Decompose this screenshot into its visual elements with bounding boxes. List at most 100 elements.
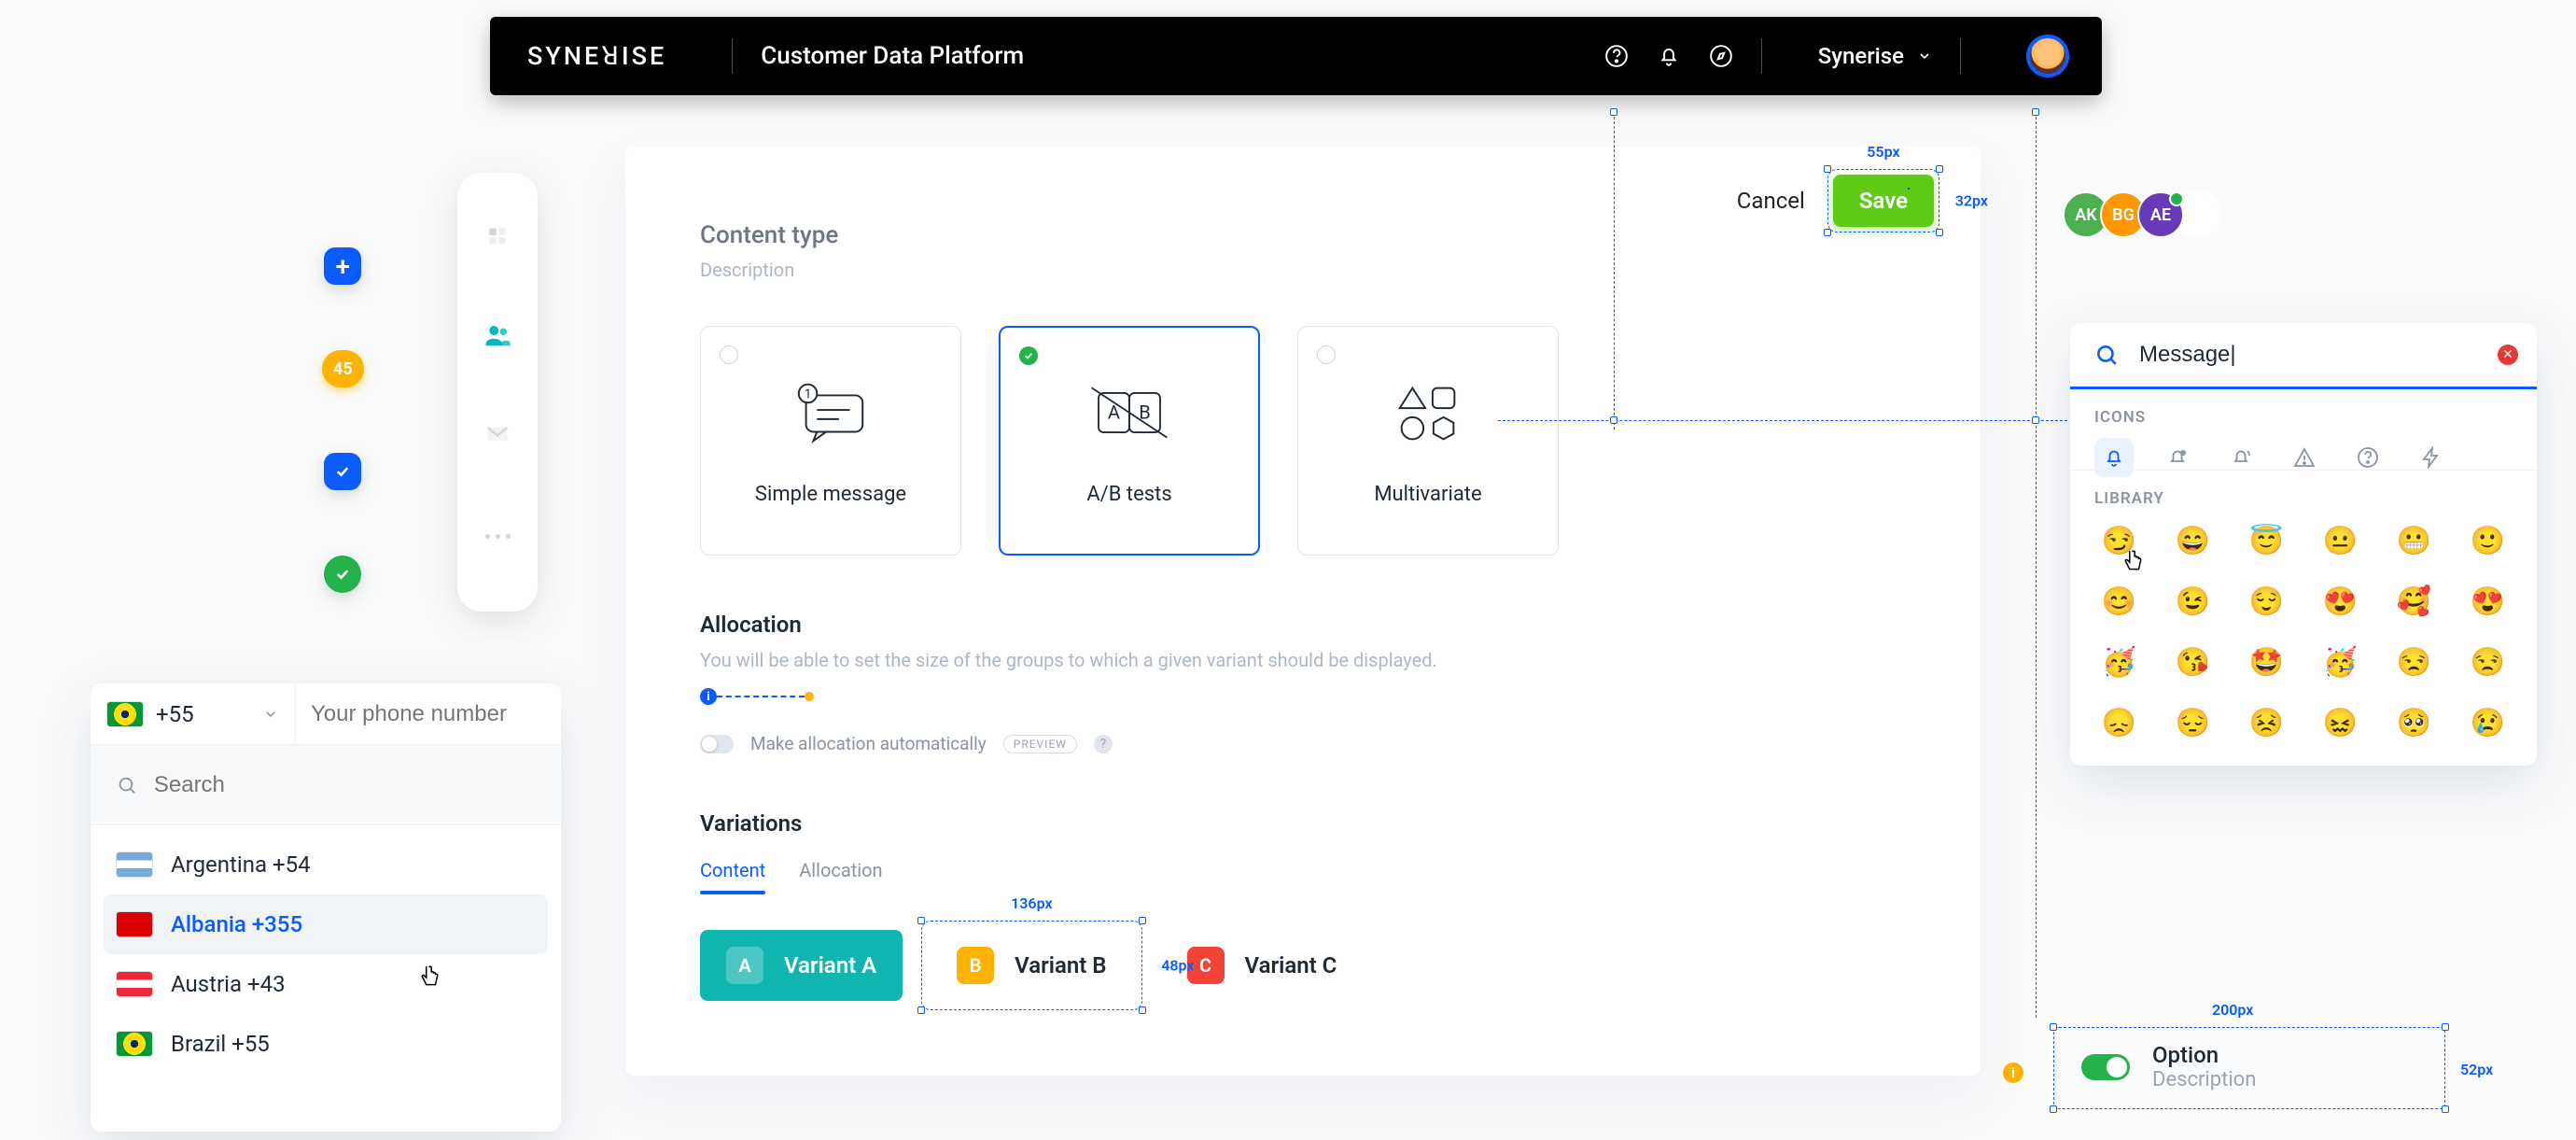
emoji[interactable]: 😘: [2168, 646, 2218, 679]
count-badge: 45: [322, 350, 364, 387]
emoji[interactable]: 😄: [2168, 525, 2218, 557]
info-icon[interactable]: i: [2003, 1063, 2023, 1083]
checkbox-chip[interactable]: [324, 453, 361, 490]
people-icon[interactable]: [481, 318, 514, 352]
info-icon[interactable]: i: [700, 688, 717, 705]
emoji[interactable]: 😒: [2389, 646, 2439, 679]
allocation-desc: You will be able to set the size of the …: [700, 649, 1906, 671]
option-title: Option: [2152, 1042, 2256, 1068]
emoji[interactable]: 🤩: [2242, 646, 2291, 679]
auto-allocation-toggle[interactable]: [700, 735, 734, 753]
country-item-austria[interactable]: Austria +43: [104, 954, 548, 1014]
search-icon: [2094, 343, 2119, 367]
emoji[interactable]: 😖: [2316, 707, 2365, 739]
grid-icon[interactable]: [481, 219, 514, 253]
emoji[interactable]: 😌: [2242, 585, 2291, 618]
ab-test-icon: A B: [1088, 376, 1170, 449]
help-icon[interactable]: [2348, 438, 2387, 477]
cancel-button[interactable]: Cancel: [1737, 188, 1805, 214]
save-button[interactable]: Save 55px 32px: [1833, 175, 1934, 227]
chevron-down-icon: [263, 707, 278, 722]
icon-search-input[interactable]: [2139, 342, 2513, 368]
variant-letter: A: [726, 947, 763, 984]
section-subtitle: Description: [700, 259, 1906, 281]
help-icon[interactable]: [1604, 44, 1629, 68]
collaborator-avatar[interactable]: AE: [2137, 191, 2184, 238]
bell-icon[interactable]: [1657, 44, 1681, 68]
bell-dot-icon[interactable]: [2158, 438, 2197, 477]
toggle-label: Make allocation automatically: [750, 733, 987, 754]
emoji[interactable]: 😍: [2316, 585, 2365, 618]
emoji[interactable]: 😉: [2168, 585, 2218, 618]
emoji[interactable]: 🙂: [2463, 525, 2513, 557]
emoji[interactable]: 🥳: [2094, 646, 2144, 679]
emoji[interactable]: 🥳: [2316, 646, 2365, 679]
option-label: Simple message: [755, 483, 906, 506]
option-switch[interactable]: [2081, 1054, 2130, 1080]
warning-icon[interactable]: [2285, 438, 2324, 477]
dim-label: 136px: [1011, 894, 1052, 912]
emoji[interactable]: 😔: [2168, 707, 2218, 739]
dim-label: 55px: [1867, 143, 1899, 161]
emoji[interactable]: 😬: [2389, 525, 2439, 557]
divider: [1960, 38, 1961, 74]
emoji[interactable]: 🥰: [2389, 585, 2439, 618]
app-title: Customer Data Platform: [761, 42, 1024, 70]
emoji[interactable]: 😒: [2463, 646, 2513, 679]
flag-icon: [117, 852, 152, 877]
bell-ring-icon[interactable]: [2221, 438, 2261, 477]
flag-icon: [117, 972, 152, 996]
mail-icon[interactable]: [481, 417, 514, 451]
guide-line: [2036, 112, 2037, 1018]
variant-a[interactable]: A Variant A: [700, 930, 903, 1001]
country-item-argentina[interactable]: Argentina +54: [104, 835, 548, 894]
tab-allocation[interactable]: Allocation: [799, 859, 882, 881]
phone-picker: +55 Argentina +54 Albania +355 Austria +…: [91, 683, 561, 1132]
emoji[interactable]: 😍: [2463, 585, 2513, 618]
shapes-icon: [1387, 376, 1469, 449]
option-ab-tests[interactable]: A B A/B tests: [999, 326, 1260, 556]
emoji[interactable]: 😞: [2094, 707, 2144, 739]
add-button[interactable]: +: [324, 247, 361, 285]
flag-icon: [107, 702, 143, 726]
preview-badge: PREVIEW: [1003, 735, 1077, 753]
clear-search-button[interactable]: ✕: [2498, 345, 2518, 365]
option-simple-message[interactable]: 1 Simple message: [700, 326, 961, 556]
app-header: SYNEꓤISE Customer Data Platform Synerise: [490, 17, 2102, 95]
logo: SYNEꓤISE: [527, 41, 666, 71]
status-chips: + 45: [322, 247, 364, 593]
flag-icon: [117, 912, 152, 936]
option-label: A/B tests: [1086, 483, 1171, 506]
more-icon[interactable]: [481, 516, 514, 550]
tooltip-icon[interactable]: ?: [1094, 735, 1113, 753]
country-code-select[interactable]: +55: [91, 683, 296, 744]
guide-line: [1498, 420, 2067, 421]
phone-input[interactable]: [311, 701, 561, 727]
emoji[interactable]: 😊: [2094, 585, 2144, 618]
emoji[interactable]: 😢: [2463, 707, 2513, 739]
country-item-albania[interactable]: Albania +355: [104, 894, 548, 954]
bell-icon[interactable]: [2094, 438, 2134, 477]
emoji[interactable]: 😇: [2242, 525, 2291, 557]
emoji[interactable]: 😣: [2242, 707, 2291, 739]
country-item-brazil[interactable]: Brazil +55: [104, 1014, 548, 1074]
guide-line: [1614, 112, 1615, 429]
option-label: Multivariate: [1374, 483, 1481, 506]
emoji[interactable]: 😐: [2316, 525, 2365, 557]
svg-text:B: B: [1139, 401, 1151, 423]
chevron-down-icon: [1917, 49, 1932, 63]
divider: [732, 38, 733, 74]
country-search-input[interactable]: [154, 772, 535, 798]
compass-icon[interactable]: [1709, 44, 1733, 68]
icon-picker: ✕ ICONS LIBRARY 😏 😄 😇 😐 😬 🙂 😊 😉 😌 😍 🥰 😍 …: [2070, 323, 2537, 766]
svg-text:A: A: [1108, 401, 1120, 423]
bolt-icon[interactable]: [2412, 438, 2451, 477]
avatar[interactable]: [2026, 35, 2069, 77]
collaborators: AK BG AE +2: [2072, 191, 2221, 238]
dim-label: 32px: [1955, 192, 1988, 210]
tab-content[interactable]: Content: [700, 859, 765, 881]
divider: [1761, 38, 1762, 74]
account-menu[interactable]: Synerise: [1818, 43, 1932, 69]
emoji[interactable]: 🥺: [2389, 707, 2439, 739]
option-multivariate[interactable]: Multivariate: [1297, 326, 1559, 556]
